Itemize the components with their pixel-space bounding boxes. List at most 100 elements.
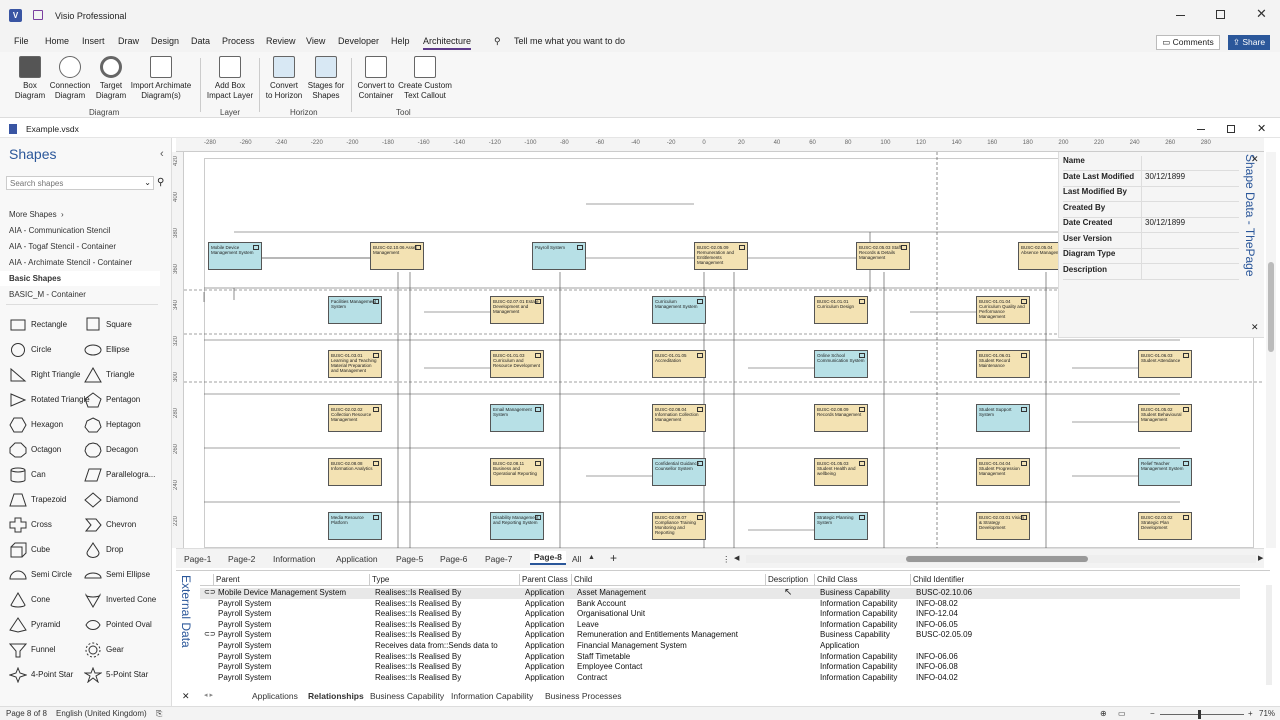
close-external-data-icon[interactable]: ✕ bbox=[182, 691, 190, 702]
stencil-item[interactable]: AIA - Communication Stencil bbox=[9, 226, 110, 235]
scroll-right-icon[interactable]: ▶ bbox=[1258, 554, 1263, 562]
shape-item[interactable]: Pointed Oval bbox=[84, 614, 164, 636]
menu-architecture[interactable]: Architecture bbox=[423, 36, 472, 50]
table-row[interactable]: Payroll System Realises::Is Realised By Ap… bbox=[200, 609, 1240, 620]
zoom-out-icon[interactable]: − bbox=[1150, 709, 1155, 718]
application-node[interactable]: Confidential Guidance Counsellor System bbox=[652, 458, 706, 486]
scroll-left-icon[interactable]: ◀ bbox=[734, 554, 739, 562]
shape-item[interactable]: Pyramid bbox=[9, 614, 89, 636]
minimize-window-icon[interactable] bbox=[1176, 15, 1185, 16]
menu-insert[interactable]: Insert bbox=[82, 36, 105, 46]
shape-data-row[interactable]: Created By bbox=[1063, 203, 1239, 218]
shape-item[interactable]: Drop bbox=[84, 539, 164, 561]
page-tab[interactable]: Page-1 bbox=[184, 554, 211, 564]
column-header[interactable]: Description bbox=[768, 575, 808, 584]
shape-item[interactable]: Cone bbox=[9, 589, 89, 611]
column-header[interactable]: Child bbox=[574, 575, 592, 584]
capability-node[interactable]: BUSC-01.01.05 Accreditation bbox=[652, 350, 706, 378]
shape-item[interactable]: Can bbox=[9, 464, 89, 486]
application-node[interactable]: Strategic Planning System bbox=[814, 512, 868, 540]
menu-draw[interactable]: Draw bbox=[118, 36, 139, 46]
capability-node[interactable]: BUSC-02.02.02 Collection Resource Manage… bbox=[328, 404, 382, 432]
application-node[interactable]: Student Support System bbox=[976, 404, 1030, 432]
application-node[interactable]: Curriculum Management System bbox=[652, 296, 706, 324]
capability-node[interactable]: BUSC-01.04.04 Student Progression Manage… bbox=[976, 458, 1030, 486]
page-tab[interactable]: Page-5 bbox=[396, 554, 423, 564]
capability-node[interactable]: BUSC-01.01.01 Curriculum Design bbox=[814, 296, 868, 324]
search-shapes-box[interactable]: ⌄ bbox=[6, 176, 154, 190]
menu-review[interactable]: Review bbox=[266, 36, 296, 46]
capability-node[interactable]: BUSC-02.08.04 Information Collection Man… bbox=[652, 404, 706, 432]
capability-node[interactable]: BUSC-01.01.03 Curriculum and Resource De… bbox=[490, 350, 544, 378]
comments-button[interactable]: ▭ Comments bbox=[1156, 35, 1220, 50]
menu-data[interactable]: Data bbox=[191, 36, 210, 46]
shape-item[interactable]: Parallelogra... bbox=[84, 464, 164, 486]
capability-node[interactable]: BUSC-02.10.06 Asset Management bbox=[370, 242, 424, 270]
shape-item[interactable]: Funnel bbox=[9, 639, 89, 661]
capability-node[interactable]: BUSC-02.05.09 Remuneration and Entitleme… bbox=[694, 242, 748, 270]
shape-item[interactable]: Decagon bbox=[84, 439, 164, 461]
table-row[interactable]: Payroll System Realises::Is Realised By Ap… bbox=[200, 662, 1240, 673]
menu-file[interactable]: File bbox=[14, 36, 29, 46]
table-row[interactable]: Payroll System Realises::Is Realised By Ap… bbox=[200, 652, 1240, 663]
stencil-item[interactable]: AIA - Togaf Stencil - Container bbox=[9, 242, 116, 251]
shape-item[interactable]: Inverted Cone bbox=[84, 589, 164, 611]
shape-data-row[interactable]: Description bbox=[1063, 265, 1239, 280]
page-tab[interactable]: Page-7 bbox=[485, 554, 512, 564]
table-row[interactable]: Payroll System Receives data from::Sends … bbox=[200, 641, 1240, 652]
column-header[interactable]: Type bbox=[372, 575, 389, 584]
import-archimate-button[interactable]: Import Archimate Diagram(s) bbox=[128, 56, 194, 101]
shape-data-row[interactable]: Last Modified By bbox=[1063, 187, 1239, 202]
horizontal-scrollbar[interactable] bbox=[746, 555, 1256, 563]
data-tab[interactable]: Applications bbox=[252, 691, 298, 701]
application-node[interactable]: Facilities Management System bbox=[328, 296, 382, 324]
capability-node[interactable]: BUSC-01.05.03 Student Health and wellbei… bbox=[814, 458, 868, 486]
menu-home[interactable]: Home bbox=[45, 36, 69, 46]
tell-me-box[interactable]: Tell me what you want to do bbox=[514, 36, 625, 46]
shape-item[interactable]: Hexagon bbox=[9, 414, 89, 436]
more-options-icon[interactable]: ⋮ bbox=[722, 554, 731, 565]
shape-item[interactable]: 5-Point Star bbox=[84, 664, 164, 686]
zoom-in-icon[interactable]: + bbox=[1248, 709, 1253, 718]
page-tab[interactable]: Page-6 bbox=[440, 554, 467, 564]
shape-item[interactable]: Triangle bbox=[84, 364, 164, 386]
accessibility-icon[interactable]: ⎘ bbox=[156, 709, 162, 719]
box-diagram-button[interactable]: Box Diagram bbox=[12, 56, 48, 101]
table-row[interactable]: ⊂⊃ Mobile Device Management System Realise… bbox=[200, 588, 1240, 599]
application-node[interactable]: Relief Teacher Management System bbox=[1138, 458, 1192, 486]
search-shapes-input[interactable] bbox=[7, 177, 139, 189]
capability-node[interactable]: BUSC-02.03.01 Vision & Strategy Developm… bbox=[976, 512, 1030, 540]
capability-node[interactable]: BUSC-01.01.04 Curriculum Quality and Per… bbox=[976, 296, 1030, 324]
stencil-item-active[interactable]: Basic Shapes bbox=[9, 274, 61, 283]
capability-node[interactable]: BUSC-02.08.08 Information Analytics bbox=[328, 458, 382, 486]
shape-data-row[interactable]: User Version bbox=[1063, 234, 1239, 249]
page-tab[interactable]: Page-2 bbox=[228, 554, 255, 564]
create-custom-text-callout-button[interactable]: Create Custom Text Callout bbox=[396, 56, 454, 101]
table-row[interactable]: Payroll System Realises::Is Realised By Ap… bbox=[200, 673, 1240, 684]
data-tab[interactable]: Information Capability bbox=[451, 691, 533, 701]
page-tab[interactable]: Application bbox=[336, 554, 378, 564]
shape-item[interactable]: Cube bbox=[9, 539, 89, 561]
capability-node[interactable]: BUSC-01.05.02 Student Behavioural Manage… bbox=[1138, 404, 1192, 432]
convert-to-container-button[interactable]: Convert to Container bbox=[354, 56, 398, 101]
chevron-down-icon[interactable]: ⌄ bbox=[144, 178, 151, 187]
horizontal-scroll-thumb[interactable] bbox=[906, 556, 1088, 562]
page-tab[interactable]: Information bbox=[273, 554, 316, 564]
shape-item[interactable]: Gear bbox=[84, 639, 164, 661]
capability-node[interactable]: BUSC-02.08.11 Business and Operational R… bbox=[490, 458, 544, 486]
capability-node[interactable]: BUSC-01.06.01 Student Record Maintenance bbox=[976, 350, 1030, 378]
menu-developer[interactable]: Developer bbox=[338, 36, 379, 46]
search-icon[interactable]: ⚲ bbox=[157, 177, 164, 188]
present-icon[interactable]: ▭ bbox=[1118, 709, 1126, 718]
page-tab[interactable]: All bbox=[572, 554, 581, 564]
close-panel-icon[interactable]: ✕ bbox=[1251, 322, 1259, 333]
capability-node[interactable]: BUSC-02.03.02 Strategic Plan Development bbox=[1138, 512, 1192, 540]
sheet-nav-icon[interactable]: ◂ ▸ bbox=[204, 691, 213, 699]
shape-item[interactable]: Rectangle bbox=[9, 314, 89, 336]
shape-item[interactable]: Square bbox=[84, 314, 164, 336]
connection-diagram-button[interactable]: Connection Diagram bbox=[48, 56, 92, 101]
target-diagram-button[interactable]: Target Diagram bbox=[92, 56, 130, 101]
language-indicator[interactable]: English (United Kingdom) bbox=[56, 709, 147, 718]
shape-item[interactable]: Semi Circle bbox=[9, 564, 89, 586]
zoom-slider[interactable] bbox=[1160, 710, 1244, 719]
